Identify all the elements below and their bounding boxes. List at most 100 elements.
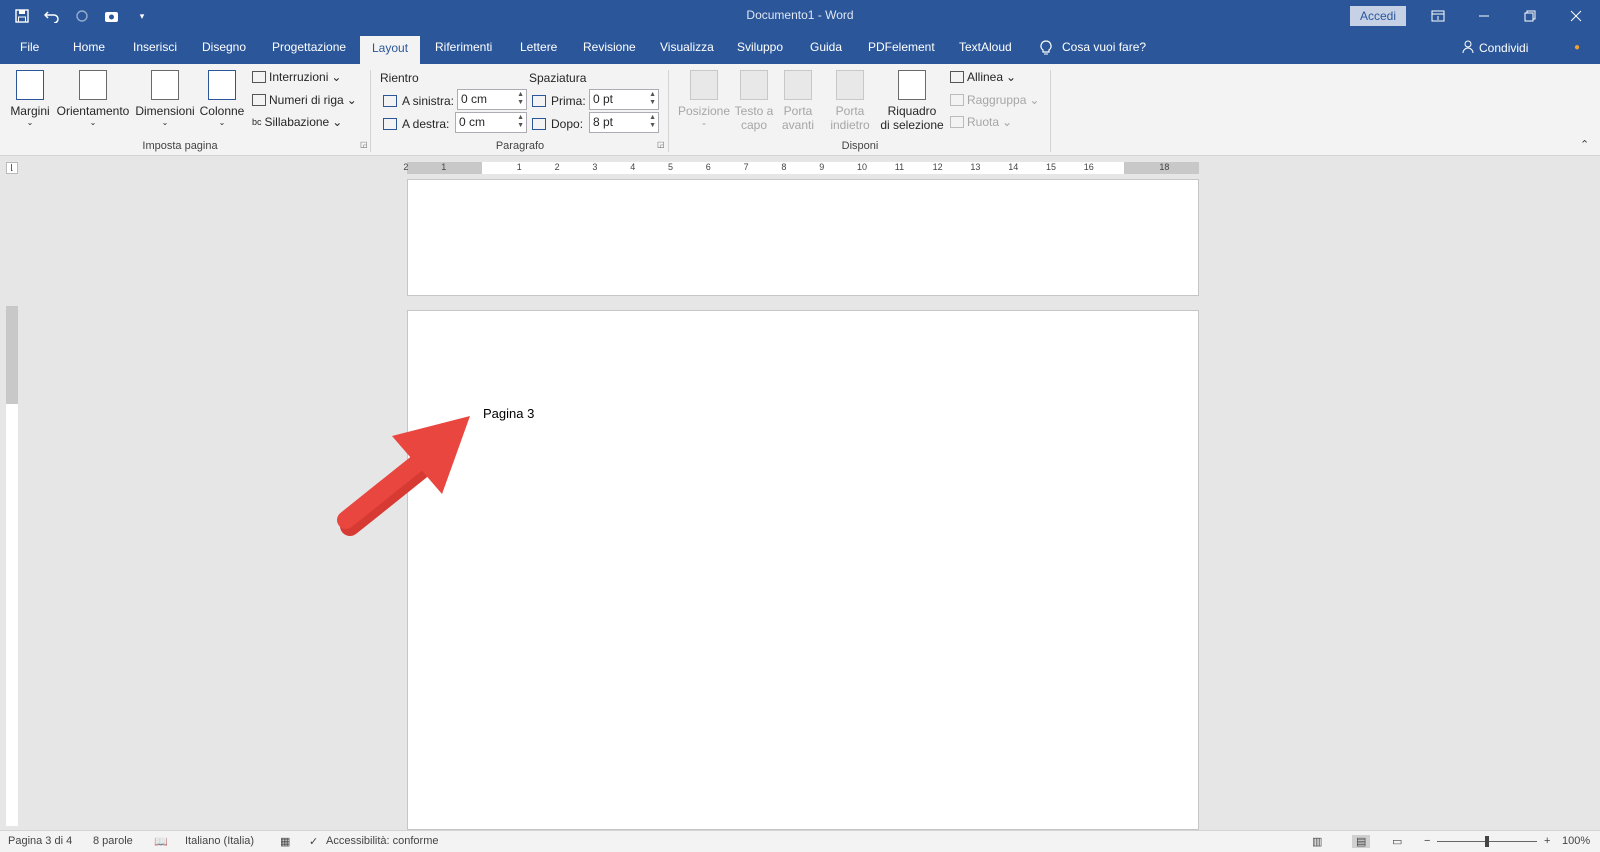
- group-paragrafo: Paragrafo: [495, 140, 545, 152]
- restore-icon[interactable]: [1507, 0, 1553, 32]
- tab-textaloud[interactable]: TextAloud: [959, 40, 1012, 54]
- collapse-ribbon-icon[interactable]: ⌃: [1580, 138, 1589, 151]
- macro-icon[interactable]: ▦: [280, 835, 290, 848]
- dialog-launcher-icon[interactable]: ◲: [657, 140, 665, 149]
- tab-layout[interactable]: Layout: [360, 36, 421, 64]
- dopo-label: Dopo:: [551, 117, 584, 131]
- page-3[interactable]: [407, 310, 1199, 830]
- web-layout-icon[interactable]: ▭: [1392, 835, 1402, 848]
- tab-sviluppo[interactable]: Sviluppo: [737, 40, 783, 54]
- indent-left-icon: [383, 95, 397, 107]
- sillabazione-button[interactable]: bc Sillabazione ⌄: [252, 115, 342, 129]
- spinner-icon[interactable]: ▲ ▼: [649, 91, 656, 107]
- breaks-icon: [252, 71, 266, 83]
- red-arrow-annotation: [337, 416, 470, 536]
- tab-inserisci[interactable]: Inserisci: [133, 40, 177, 54]
- group-imposta-pagina: Imposta pagina: [142, 140, 218, 152]
- dimensioni-label: Dimensioni: [135, 104, 195, 118]
- spacing-before-input[interactable]: 0 pt ▲ ▼: [589, 89, 659, 110]
- tab-pdfelement[interactable]: PDFelement: [868, 40, 935, 54]
- status-bar: Pagina 3 di 4 8 parole 📖 Italiano (Itali…: [0, 830, 1600, 852]
- wrap-text-icon: [740, 70, 768, 100]
- indent-left-input[interactable]: 0 cm ▲ ▼: [457, 89, 527, 110]
- ruler-number: 15: [1046, 162, 1057, 172]
- dimensioni-button[interactable]: Dimensioni ⌄: [134, 70, 196, 127]
- porta-avanti-button: Porta avanti: [776, 70, 820, 132]
- sillabazione-label: Sillabazione: [264, 115, 330, 129]
- document-text[interactable]: Pagina 3: [483, 406, 534, 421]
- tab-visualizza[interactable]: Visualizza: [660, 40, 714, 54]
- ruler-number: 12: [932, 162, 943, 172]
- ribbon-layout: Margini ⌄ Orientamento ⌄ Dimensioni ⌄ Co…: [0, 64, 1600, 156]
- ruler-number: 13: [970, 162, 981, 172]
- size-icon: [151, 70, 179, 100]
- page-count[interactable]: Pagina 3 di 4: [8, 835, 72, 847]
- spacing-after-input[interactable]: 8 pt ▲ ▼: [589, 112, 659, 133]
- lightbulb-icon: [1040, 40, 1052, 58]
- riquadro-selezione-button[interactable]: Riquadro di selezione: [878, 70, 946, 132]
- testo-a-capo-button: Testo a capo: [732, 70, 776, 132]
- tab-lettere[interactable]: Lettere: [520, 40, 557, 54]
- horizontal-ruler[interactable]: 2 1 1 2 3 4 5 6 7 8 9 10 11 12 13 14 15 16 18: [403, 162, 1199, 174]
- vertical-ruler[interactable]: [6, 306, 18, 826]
- read-mode-icon[interactable]: ▥: [1312, 835, 1322, 848]
- minimize-icon[interactable]: [1461, 0, 1507, 32]
- print-layout-icon[interactable]: ▤: [1352, 835, 1371, 848]
- zoom-slider-thumb[interactable]: [1485, 836, 1489, 847]
- zoom-in-icon[interactable]: +: [1544, 835, 1550, 847]
- accessibility-status[interactable]: Accessibilità: conforme: [326, 835, 439, 847]
- spinner-icon[interactable]: ▲ ▼: [649, 114, 656, 130]
- zoom-level[interactable]: 100%: [1562, 835, 1590, 847]
- align-icon: [950, 71, 964, 83]
- ruler-top-margin: [6, 306, 18, 404]
- ruler-number: 6: [705, 162, 711, 172]
- ruler-number: 9: [819, 162, 825, 172]
- indent-left-value: 0 cm: [461, 92, 488, 106]
- capo-label: capo: [740, 118, 768, 132]
- orientamento-button[interactable]: Orientamento ⌄: [56, 70, 130, 127]
- tab-disegno[interactable]: Disegno: [202, 40, 246, 54]
- spinner-icon[interactable]: ▲ ▼: [517, 91, 524, 107]
- proofing-icon[interactable]: 📖: [154, 835, 168, 848]
- accessibility-icon[interactable]: ✓: [309, 835, 318, 848]
- send-backward-icon: [836, 70, 864, 100]
- raggruppa-label: Raggruppa: [967, 93, 1027, 107]
- dialog-launcher-icon[interactable]: ◲: [360, 140, 368, 149]
- indent-right-input[interactable]: 0 cm ▲ ▼: [455, 112, 527, 133]
- zoom-out-icon[interactable]: −: [1424, 835, 1430, 847]
- columns-icon: [208, 70, 236, 100]
- ribbon-display-options-icon[interactable]: [1415, 0, 1461, 32]
- orientamento-label: Orientamento: [56, 104, 130, 118]
- group-icon: [950, 94, 964, 106]
- line-numbers-icon: [252, 94, 266, 106]
- tab-guida[interactable]: Guida: [810, 40, 842, 54]
- tab-home[interactable]: Home: [73, 40, 105, 54]
- spacing-after-icon: [532, 118, 546, 130]
- tab-file[interactable]: File: [20, 40, 39, 54]
- tab-revisione[interactable]: Revisione: [583, 40, 636, 54]
- spinner-icon[interactable]: ▲ ▼: [517, 114, 524, 130]
- raggruppa-button: Raggruppa ⌄: [950, 93, 1039, 107]
- margini-button[interactable]: Margini ⌄: [8, 70, 52, 127]
- tab-selector-icon[interactable]: ⌊: [6, 162, 18, 174]
- tab-progettazione[interactable]: Progettazione: [272, 40, 346, 54]
- numeri-label: Numeri di riga: [269, 93, 344, 107]
- tab-riferimenti[interactable]: Riferimenti: [435, 40, 492, 54]
- allinea-button[interactable]: Allinea ⌄: [950, 70, 1016, 84]
- ruler-number: 10: [857, 162, 868, 172]
- numeri-riga-button[interactable]: Numeri di riga ⌄: [252, 93, 357, 107]
- ruler-number: 18: [1159, 162, 1170, 172]
- colonne-button[interactable]: Colonne ⌄: [198, 70, 246, 127]
- avanti-label: avanti: [781, 118, 815, 132]
- sign-in-button[interactable]: Accedi: [1350, 6, 1406, 26]
- share-button[interactable]: Condividi: [1462, 40, 1528, 56]
- close-icon[interactable]: [1553, 0, 1599, 32]
- position-icon: [690, 70, 718, 100]
- interruzioni-button[interactable]: Interruzioni ⌄: [252, 70, 341, 84]
- selection-pane-icon: [898, 70, 926, 100]
- word-count[interactable]: 8 parole: [93, 835, 133, 847]
- tell-me-box[interactable]: Cosa vuoi fare?: [1040, 40, 1146, 58]
- ruler-number: 11: [894, 162, 905, 172]
- language[interactable]: Italiano (Italia): [185, 835, 254, 847]
- riquadro-label: Riquadro: [887, 104, 937, 118]
